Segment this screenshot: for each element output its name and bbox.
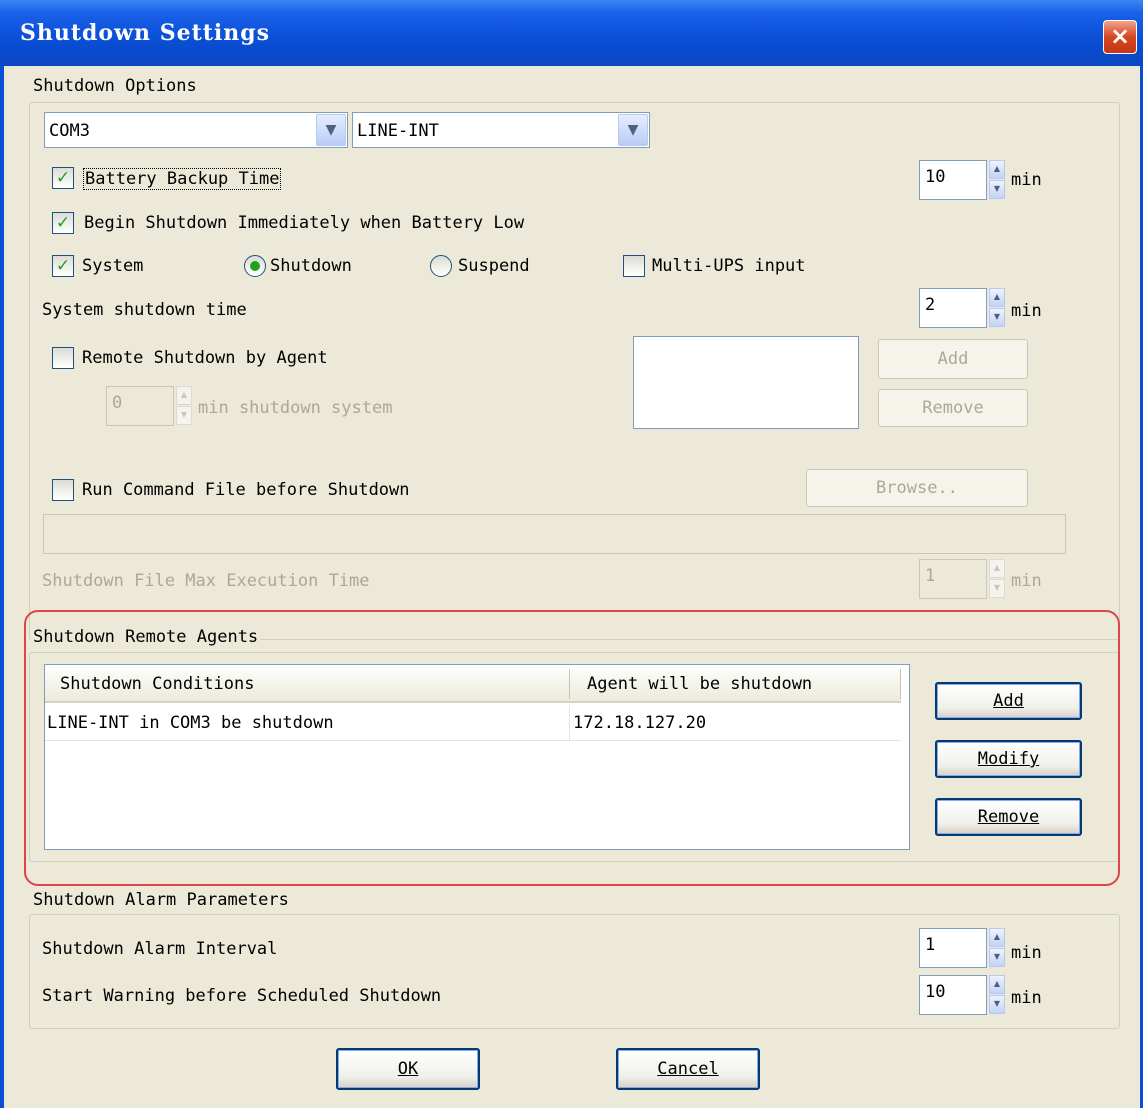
system-shutdown-time-input[interactable]: 2 bbox=[919, 288, 987, 328]
file-max-exec-input[interactable]: 1 bbox=[919, 559, 987, 599]
spin-up-icon[interactable]: ▲ bbox=[989, 288, 1005, 307]
run-command-checkbox[interactable] bbox=[52, 479, 74, 501]
battery-low-checkbox[interactable]: ✓ bbox=[52, 212, 74, 234]
suspend-radio[interactable] bbox=[430, 255, 452, 277]
file-max-exec-unit: min bbox=[1011, 571, 1042, 591]
remote-agent-list[interactable] bbox=[633, 336, 859, 429]
port-select[interactable]: COM3 ▼ bbox=[44, 112, 348, 148]
remote-agent-add-button[interactable]: Add bbox=[878, 339, 1028, 379]
remote-agent-remove-button[interactable]: Remove bbox=[878, 389, 1028, 427]
dialog-body: Shutdown Options COM3 ▼ LINE-INT ▼ ✓ Bat… bbox=[4, 66, 1140, 1108]
cancel-button[interactable]: Cancel bbox=[616, 1048, 760, 1090]
spin-down-icon[interactable]: ▼ bbox=[176, 406, 192, 425]
checkmark-icon: ✓ bbox=[55, 168, 71, 188]
alarm-parameters-title: Shutdown Alarm Parameters bbox=[31, 890, 291, 910]
spin-up-icon[interactable]: ▲ bbox=[989, 928, 1005, 947]
ok-button[interactable]: OK bbox=[336, 1048, 480, 1090]
checkmark-icon: ✓ bbox=[55, 213, 71, 233]
spin-up-icon[interactable]: ▲ bbox=[989, 160, 1005, 179]
file-max-exec-label: Shutdown File Max Execution Time bbox=[42, 571, 370, 591]
window-title: Shutdown Settings bbox=[20, 20, 271, 46]
spin-down-icon[interactable]: ▼ bbox=[989, 308, 1005, 327]
annotation-highlight bbox=[24, 610, 1120, 886]
chevron-down-icon[interactable]: ▼ bbox=[316, 114, 346, 146]
spin-down-icon[interactable]: ▼ bbox=[989, 180, 1005, 199]
spin-down-icon[interactable]: ▼ bbox=[989, 995, 1005, 1014]
warning-unit: min bbox=[1011, 988, 1042, 1008]
shutdown-options-title: Shutdown Options bbox=[31, 76, 199, 96]
system-shutdown-time-unit: min bbox=[1011, 301, 1042, 321]
remote-agent-label: Remote Shutdown by Agent bbox=[82, 348, 328, 368]
system-shutdown-time-label: System shutdown time bbox=[42, 300, 247, 320]
alarm-interval-input[interactable]: 1 bbox=[919, 928, 987, 968]
ups-type-value: LINE-INT bbox=[357, 121, 439, 141]
alarm-interval-unit: min bbox=[1011, 943, 1042, 963]
suspend-radio-label: Suspend bbox=[458, 256, 530, 276]
system-checkbox[interactable]: ✓ bbox=[52, 255, 74, 277]
remote-agent-minutes-unit: min shutdown system bbox=[198, 398, 393, 418]
run-command-label: Run Command File before Shutdown bbox=[82, 480, 410, 500]
battery-backup-unit: min bbox=[1011, 170, 1042, 190]
spin-down-icon[interactable]: ▼ bbox=[989, 579, 1005, 598]
shutdown-settings-window: Shutdown Settings × Shutdown Options COM… bbox=[0, 0, 1143, 1108]
command-file-path-input[interactable] bbox=[43, 514, 1066, 554]
spin-up-icon[interactable]: ▲ bbox=[989, 559, 1005, 578]
shutdown-radio-label: Shutdown bbox=[270, 256, 352, 276]
alarm-interval-label: Shutdown Alarm Interval bbox=[42, 939, 278, 959]
remote-agent-minutes-input[interactable]: 0 bbox=[106, 386, 174, 426]
radio-dot-icon bbox=[250, 261, 260, 271]
system-label: System bbox=[82, 256, 144, 276]
battery-backup-label: Battery Backup Time bbox=[83, 168, 282, 190]
port-value: COM3 bbox=[49, 121, 90, 141]
spin-up-icon[interactable]: ▲ bbox=[989, 975, 1005, 994]
battery-low-label: Begin Shutdown Immediately when Battery … bbox=[84, 213, 525, 233]
multi-ups-checkbox[interactable] bbox=[623, 255, 645, 277]
warning-input[interactable]: 10 bbox=[919, 975, 987, 1015]
close-button[interactable]: × bbox=[1103, 20, 1137, 54]
chevron-down-icon[interactable]: ▼ bbox=[618, 114, 648, 146]
spin-up-icon[interactable]: ▲ bbox=[176, 386, 192, 405]
battery-backup-input[interactable]: 10 bbox=[919, 160, 987, 200]
battery-backup-checkbox[interactable]: ✓ bbox=[52, 167, 74, 189]
browse-button[interactable]: Browse.. bbox=[806, 469, 1028, 507]
spin-down-icon[interactable]: ▼ bbox=[989, 948, 1005, 967]
shutdown-radio[interactable] bbox=[244, 255, 266, 277]
remote-agent-checkbox[interactable] bbox=[52, 347, 74, 369]
checkmark-icon: ✓ bbox=[55, 256, 71, 276]
title-bar[interactable]: Shutdown Settings × bbox=[0, 0, 1143, 66]
close-icon: × bbox=[1109, 22, 1131, 50]
warning-label: Start Warning before Scheduled Shutdown bbox=[42, 986, 442, 1006]
multi-ups-label: Multi-UPS input bbox=[652, 256, 806, 276]
ups-type-select[interactable]: LINE-INT ▼ bbox=[352, 112, 650, 148]
